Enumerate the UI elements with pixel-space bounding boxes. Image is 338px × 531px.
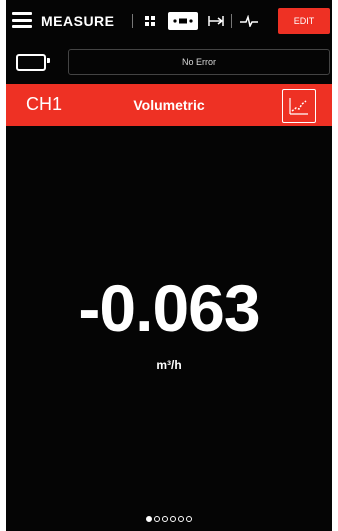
page-dot[interactable] <box>146 516 152 522</box>
battery-icon <box>16 54 50 71</box>
divider <box>231 14 232 28</box>
page-dot[interactable] <box>154 516 160 522</box>
page-dot[interactable] <box>186 516 192 522</box>
graph-button[interactable] <box>282 89 316 123</box>
channel-bar: CH1 Volumetric <box>6 84 332 126</box>
waveform-icon[interactable] <box>238 12 260 30</box>
menu-icon[interactable] <box>12 12 32 28</box>
grid-icon[interactable] <box>140 12 160 30</box>
measurement-unit: m³/h <box>156 358 182 372</box>
multi-dot-icon[interactable] <box>168 12 198 30</box>
range-icon[interactable] <box>206 12 226 30</box>
error-status: No Error <box>68 49 330 75</box>
measurement-value: -0.063 <box>78 271 260 345</box>
page-dot[interactable] <box>170 516 176 522</box>
page-title: MEASURE <box>41 13 115 29</box>
page-dot[interactable] <box>178 516 184 522</box>
status-row: No Error <box>6 46 332 78</box>
device-screen: MEASURE EDIT No Error CH1 Volumetric -0.… <box>6 0 332 531</box>
divider <box>132 14 133 28</box>
page-dot[interactable] <box>162 516 168 522</box>
page-indicator[interactable] <box>6 516 332 522</box>
top-bar: MEASURE EDIT <box>6 0 332 42</box>
graph-icon <box>289 98 308 115</box>
edit-button[interactable]: EDIT <box>278 8 330 34</box>
